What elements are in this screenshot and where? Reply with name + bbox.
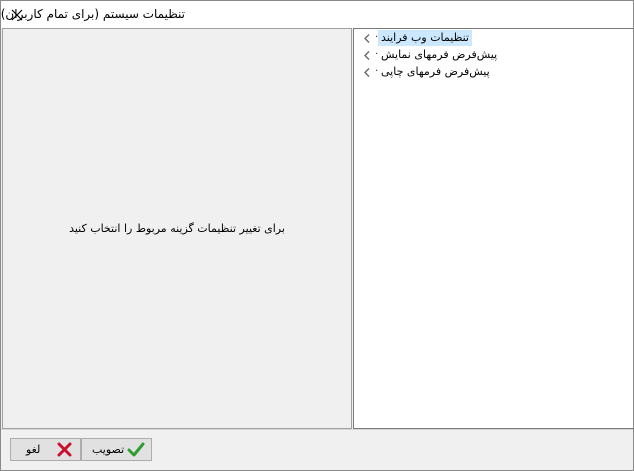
title-bar: تنظیمات سیستم (برای تمام کاربران): [1, 1, 633, 28]
chevron-left-icon[interactable]: [362, 67, 372, 78]
detail-hint-message: برای تغییر تنظیمات گزینه مربوط را انتخاب…: [69, 222, 285, 235]
tree-item-label[interactable]: پیش‌فرض فرمهای چاپی: [378, 64, 493, 80]
ok-button[interactable]: تصویب: [81, 438, 152, 461]
tree-item-label[interactable]: تنظیمات وب فرایند: [378, 30, 472, 46]
ok-button-label: تصویب: [92, 443, 125, 456]
tree-item-label[interactable]: پیش‌فرض فرمهای نمایش: [378, 47, 500, 63]
tree-item-web-farayand[interactable]: · تنظیمات وب فرایند: [354, 30, 554, 47]
cancel-button[interactable]: لغو: [10, 438, 81, 461]
red-x-icon: [57, 442, 72, 457]
settings-dialog: تنظیمات سیستم (برای تمام کاربران) برای ت…: [0, 0, 634, 471]
cancel-button-label: لغو: [26, 443, 41, 456]
settings-detail-panel: برای تغییر تنظیمات گزینه مربوط را انتخاب…: [2, 28, 352, 429]
tree-item-print-forms-defaults[interactable]: · پیش‌فرض فرمهای چاپی: [354, 64, 554, 81]
tree-item-display-forms-defaults[interactable]: · پیش‌فرض فرمهای نمایش: [354, 47, 554, 64]
chevron-left-icon[interactable]: [362, 50, 372, 61]
window-title: تنظیمات سیستم (برای تمام کاربران): [0, 7, 185, 21]
settings-tree[interactable]: · تنظیمات وب فرایند · پیش‌فرض فرمهای نما…: [353, 28, 633, 429]
green-check-icon: [127, 442, 145, 457]
chevron-left-icon[interactable]: [362, 33, 372, 44]
footer-divider: [1, 429, 633, 430]
